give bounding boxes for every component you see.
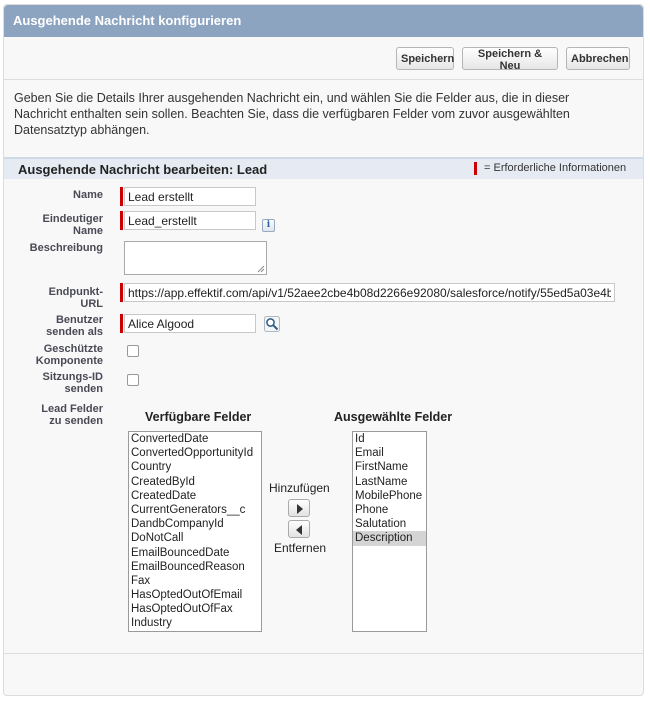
list-option[interactable]: Country (129, 460, 261, 474)
protected-label-line1: Geschützte (43, 343, 103, 355)
description-label: Beschreibung (29, 242, 103, 254)
user-label-line1: Benutzer (55, 314, 103, 326)
remove-label: Entfernen (274, 541, 327, 555)
list-option[interactable]: CurrentGenerators__c (129, 503, 261, 517)
list-option[interactable]: DoNotCall (129, 531, 261, 545)
cancel-button[interactable]: Abbrechen (566, 47, 630, 70)
protected-component-checkbox[interactable] (127, 345, 139, 357)
configure-outbound-message-panel: Ausgehende Nachricht konfigurieren Speic… (3, 4, 644, 696)
name-label: Name (73, 189, 103, 201)
arrow-right-icon (297, 504, 303, 514)
arrow-left-icon (296, 525, 302, 535)
send-session-id-label: Sitzungs-ID senden (43, 371, 104, 395)
save-and-new-button[interactable]: Speichern & Neu (462, 47, 558, 72)
divider (4, 653, 643, 654)
required-indicator-icon (120, 187, 123, 206)
remove-arrow-button[interactable] (288, 520, 310, 538)
endpoint-label-line2: URL (80, 298, 103, 310)
list-option[interactable]: ConvertedDate (129, 432, 261, 446)
list-option[interactable]: CreatedDate (129, 489, 261, 503)
list-option[interactable]: EmailBouncedDate (129, 546, 261, 560)
add-arrow-button[interactable] (288, 499, 310, 517)
intro-text: Geben Sie die Details Ihrer ausgehenden … (14, 91, 570, 137)
name-field[interactable] (124, 187, 256, 206)
resize-handle-icon[interactable] (257, 265, 265, 273)
list-option[interactable]: EmailBouncedReason (129, 560, 261, 574)
list-option[interactable]: Industry (129, 616, 261, 630)
protected-component-label: Geschützte Komponente (36, 343, 103, 367)
required-indicator-icon (120, 314, 123, 333)
list-option[interactable]: Description (353, 531, 426, 546)
list-option[interactable]: Phone (353, 503, 426, 517)
page-title: Ausgehende Nachricht konfigurieren (13, 13, 242, 28)
unique-name-field[interactable] (124, 211, 256, 230)
description-textarea[interactable] (124, 241, 267, 275)
info-icon[interactable]: i (262, 219, 275, 232)
save-button[interactable]: Speichern (396, 47, 454, 70)
selected-fields-title: Ausgewählte Felder (334, 410, 453, 424)
list-option[interactable]: ConvertedOpportunityId (129, 446, 261, 460)
list-option[interactable]: Id (353, 432, 426, 446)
list-option[interactable]: FirstName (353, 460, 426, 474)
session-label-line2: senden (64, 383, 103, 395)
send-as-user-field[interactable] (124, 314, 256, 333)
list-option[interactable]: HasOptedOutOfEmail (129, 588, 261, 602)
page-header: Ausgehende Nachricht konfigurieren (4, 5, 643, 37)
required-indicator-icon (474, 162, 477, 175)
endpoint-url-label: Endpunkt- URL (49, 286, 103, 310)
add-label: Hinzufügen (269, 481, 330, 495)
list-option[interactable]: HasOptedOutOfFax (129, 602, 261, 616)
unique-name-label-line2: Name (73, 225, 103, 237)
list-option[interactable]: Email (353, 446, 426, 460)
endpoint-url-field[interactable] (124, 283, 615, 302)
list-option[interactable]: Salutation (353, 517, 426, 531)
fields-to-send-label: Lead Felder zu senden (41, 403, 103, 427)
unique-name-label-line1: Eindeutiger (42, 213, 103, 225)
available-fields-listbox[interactable]: ConvertedDate ConvertedOpportunityId Count… (128, 431, 262, 632)
required-legend: = Erforderliche Informationen (484, 162, 627, 174)
send-as-user-label: Benutzer senden als (46, 314, 103, 338)
list-option[interactable]: MobilePhone (353, 489, 426, 503)
selected-fields-listbox[interactable]: Id Email FirstName LastName MobilePhone Phone… (352, 431, 427, 632)
unique-name-label: Eindeutiger Name (42, 213, 103, 237)
list-option[interactable]: CreatedById (129, 475, 261, 489)
session-label-line1: Sitzungs-ID (42, 371, 104, 383)
lookup-icon[interactable] (264, 316, 280, 332)
list-option[interactable]: Fax (129, 574, 261, 588)
send-session-id-checkbox[interactable] (127, 374, 139, 386)
endpoint-label-line1: Endpunkt- (48, 286, 103, 298)
fields-label-line1: Lead Felder (41, 403, 103, 415)
user-label-line2: senden als (46, 326, 103, 338)
section-title: Ausgehende Nachricht bearbeiten: Lead (18, 162, 268, 177)
section-header: Ausgehende Nachricht bearbeiten: Lead = … (4, 157, 643, 179)
required-indicator-icon (120, 283, 123, 302)
divider (4, 79, 643, 80)
available-fields-title: Verfügbare Felder (145, 410, 252, 424)
list-option[interactable]: LastName (353, 475, 426, 489)
protected-label-line2: Komponente (35, 355, 103, 367)
fields-label-line2: zu senden (49, 415, 103, 427)
required-indicator-icon (120, 211, 123, 230)
list-option[interactable]: DandbCompanyId (129, 517, 261, 531)
